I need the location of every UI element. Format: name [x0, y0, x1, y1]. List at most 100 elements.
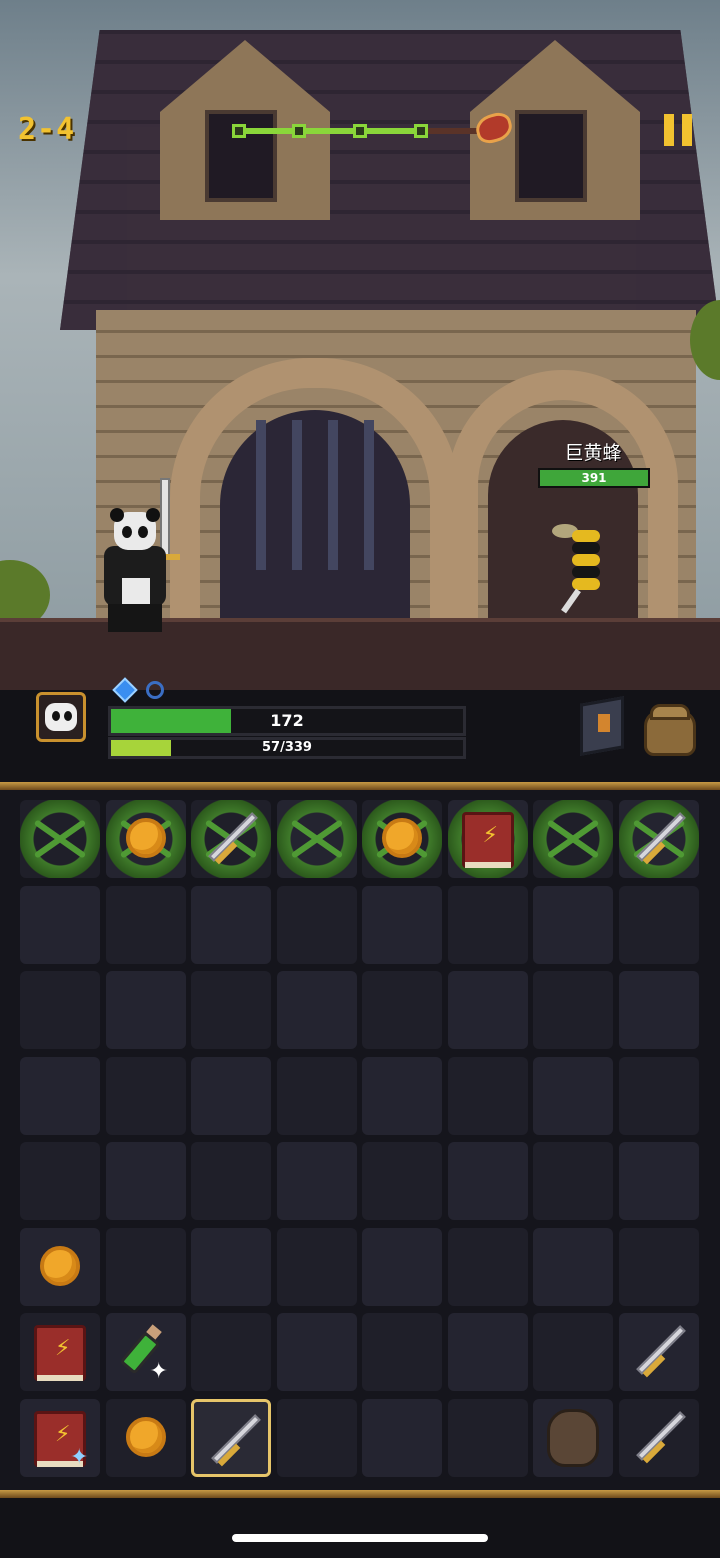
board-cell[interactable]: [618, 1142, 699, 1220]
board-item-rock[interactable]: [533, 1399, 613, 1477]
board-item-sword[interactable]: [619, 1313, 699, 1391]
board-cell[interactable]: [191, 1398, 274, 1480]
board-cell[interactable]: [362, 885, 442, 964]
pause-button[interactable]: [664, 114, 696, 146]
board-cell[interactable]: [618, 971, 699, 1049]
board-cell[interactable]: [362, 1398, 442, 1477]
board-item-sword[interactable]: [619, 1399, 699, 1477]
board-cell[interactable]: [105, 1056, 186, 1135]
player-xp-value: 57/339: [262, 740, 312, 755]
stage-node: [414, 124, 428, 138]
board-cell[interactable]: [20, 885, 100, 964]
board-cell[interactable]: [105, 1227, 186, 1306]
board-cell[interactable]: [447, 971, 528, 1049]
board-cell[interactable]: [276, 1056, 357, 1135]
board-item-book[interactable]: ⚡: [20, 1313, 100, 1391]
board-item-potion[interactable]: ✦: [106, 1313, 186, 1391]
board-cell[interactable]: [276, 1313, 357, 1391]
board-cell[interactable]: [362, 1313, 442, 1391]
board-item-coin[interactable]: [362, 800, 442, 878]
board-cell[interactable]: [447, 1313, 528, 1391]
board-cell[interactable]: ✦: [105, 1313, 186, 1391]
board-cell[interactable]: [618, 1227, 699, 1306]
board-cell[interactable]: [447, 1227, 528, 1306]
coin-icon: [125, 1416, 166, 1457]
board-cell[interactable]: [191, 800, 271, 878]
board-cell[interactable]: [362, 1227, 442, 1306]
board-cell[interactable]: [105, 1142, 186, 1220]
board-item-coin[interactable]: [20, 1228, 100, 1306]
board-cell[interactable]: [362, 800, 442, 878]
board-cell[interactable]: [447, 1056, 528, 1135]
board-cell[interactable]: [533, 971, 613, 1049]
board-cell[interactable]: [105, 1398, 186, 1477]
board-cell[interactable]: [533, 885, 613, 964]
board-item-sword[interactable]: [191, 800, 271, 878]
player-hp-value: 172: [270, 711, 304, 730]
board-cell[interactable]: [533, 1142, 613, 1220]
board-cell[interactable]: [533, 1227, 613, 1306]
board-cell[interactable]: [191, 1142, 271, 1220]
board-cell[interactable]: [276, 1227, 357, 1306]
board-cell[interactable]: [362, 1142, 442, 1220]
coin-icon: [40, 1245, 80, 1286]
board-item-coin[interactable]: [106, 1399, 186, 1477]
board-top-border: [0, 782, 720, 790]
board-cell[interactable]: [533, 800, 613, 878]
board-cell[interactable]: [618, 800, 699, 878]
board-cell[interactable]: [276, 800, 357, 878]
spellbook-icon: ⚡: [34, 1325, 86, 1381]
board-cell[interactable]: ⚡: [20, 1313, 100, 1391]
board-cell[interactable]: [20, 1227, 100, 1306]
board-cell[interactable]: [447, 1142, 528, 1220]
board-cell[interactable]: [105, 971, 186, 1049]
window-bars: [230, 420, 400, 570]
battle-scene: 巨黄蜂 391 2-4: [0, 0, 720, 690]
board-cell[interactable]: [20, 971, 100, 1049]
board-cell[interactable]: [105, 885, 186, 964]
board-cell[interactable]: [447, 885, 528, 964]
board-item-coin[interactable]: [105, 800, 186, 878]
board-cell[interactable]: [533, 1313, 613, 1391]
board-cell[interactable]: [191, 1227, 271, 1306]
board-cell[interactable]: [191, 885, 271, 964]
spellbook-icon: ⚡: [461, 812, 514, 868]
board-cell[interactable]: [618, 1056, 699, 1135]
board-cell[interactable]: [533, 1398, 613, 1477]
board-cell[interactable]: [276, 971, 357, 1049]
merge-board: ⚡ ⚡ ✦ ⚡ ✦: [0, 790, 720, 1490]
board-cell[interactable]: ⚡ ✦: [20, 1398, 100, 1477]
enemy-hp-bar: 391: [538, 468, 650, 488]
board-cell[interactable]: [20, 1056, 100, 1135]
backpack-button[interactable]: [640, 700, 700, 758]
sparkle-icon: ✦: [149, 1359, 168, 1384]
board-cell[interactable]: [191, 1056, 271, 1135]
board-cell[interactable]: [276, 1142, 357, 1220]
board-cell[interactable]: [191, 971, 271, 1049]
board-cell[interactable]: [276, 1398, 357, 1477]
home-indicator[interactable]: [232, 1534, 488, 1542]
board-cell[interactable]: [276, 885, 357, 964]
board-cell[interactable]: [20, 1142, 100, 1220]
board-cell[interactable]: ⚡: [447, 800, 528, 878]
board-item-sword[interactable]: [618, 800, 699, 878]
board-cell[interactable]: [618, 1313, 699, 1391]
board-cell[interactable]: [362, 971, 442, 1049]
board-cell[interactable]: [618, 1398, 699, 1477]
board-item-book[interactable]: ⚡ ✦: [20, 1399, 100, 1477]
board-cell[interactable]: [191, 1313, 271, 1391]
board-cell[interactable]: [20, 800, 100, 878]
board-item-vine[interactable]: [20, 800, 100, 878]
hero-avatar[interactable]: [36, 692, 86, 742]
board-cell[interactable]: [105, 800, 186, 878]
board-item-vine[interactable]: [276, 800, 357, 878]
board-item-vine[interactable]: [533, 800, 613, 878]
rock-icon: [547, 1408, 599, 1467]
spellbook-button[interactable]: [572, 696, 630, 756]
board-cell[interactable]: [447, 1398, 528, 1477]
board-cell[interactable]: [362, 1056, 442, 1135]
board-cell[interactable]: [618, 885, 699, 964]
board-cell[interactable]: [533, 1056, 613, 1135]
board-item-sword[interactable]: [194, 1402, 274, 1480]
board-item-book[interactable]: ⚡: [447, 800, 528, 878]
